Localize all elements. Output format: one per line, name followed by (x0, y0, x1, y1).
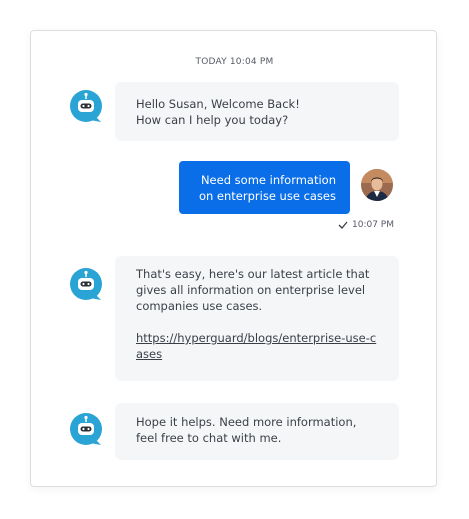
bot-message-text: That's easy, here's our latest article t… (136, 267, 370, 313)
robot-chat-icon (70, 268, 102, 300)
bot-message: Hope it helps. Need more information, fe… (115, 403, 399, 460)
message-status: 10:07 PM (338, 220, 394, 230)
bot-message-text: Hello Susan, Welcome Back! How can I hel… (136, 97, 300, 127)
user-message: Need some information on enterprise use … (179, 161, 350, 214)
sent-time: 10:07 PM (352, 220, 394, 230)
bot-message: Hello Susan, Welcome Back! How can I hel… (115, 82, 399, 141)
bot-message-text: Hope it helps. Need more information, fe… (136, 415, 357, 445)
chat-timestamp: TODAY 10:04 PM (195, 57, 274, 67)
robot-chat-icon (70, 413, 102, 445)
article-link[interactable]: https://hyperguard/blogs/enterprise-use-… (136, 330, 379, 362)
check-icon (338, 221, 348, 229)
user-avatar[interactable] (361, 169, 393, 201)
bot-message: That's easy, here's our latest article t… (115, 256, 399, 381)
user-message-text: Need some information on enterprise use … (198, 173, 336, 203)
robot-chat-icon (70, 90, 102, 122)
